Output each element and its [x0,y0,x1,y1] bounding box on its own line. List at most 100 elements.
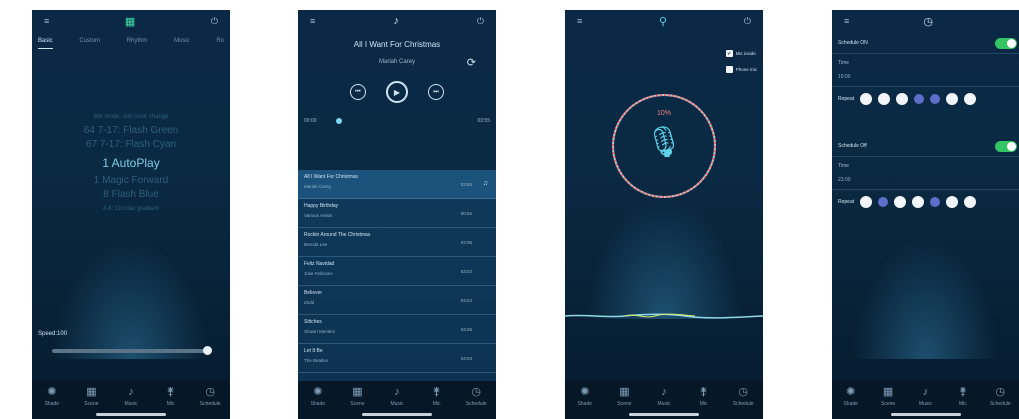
microphone-icon[interactable]: 🎙︎ [645,125,683,160]
time-off-field[interactable]: Time 23:00 [832,157,1019,190]
speed-slider[interactable] [52,346,212,355]
nav-item-mic[interactable]: ⚵ Mic [419,386,455,407]
power-icon[interactable]: ⏻ [477,16,484,27]
tab-basic[interactable]: Basic [38,38,53,49]
nav-item-schedule[interactable]: ◷ Schedule [192,386,228,407]
progress-knob[interactable] [336,118,342,124]
song-duration: 03:02 [460,269,472,274]
nav-item-label: Scene [84,401,99,407]
song-row[interactable]: Rockin Around The Christmas Brenda Lee 02:… [298,228,496,257]
sun-icon: ✺ [313,386,323,398]
day-toggle[interactable] [946,93,959,105]
track-title: All I Want For Christmas [353,40,441,49]
slider-knob[interactable] [203,346,212,355]
menu-icon[interactable]: ≡ [844,16,849,26]
progress-bar[interactable]: 00:00 03:55 [304,117,490,127]
tab-rhythm[interactable]: Rhythm [127,38,148,49]
playing-icon: ♫ [482,180,488,187]
preset-item[interactable]: 1 Magic Forward [32,174,230,188]
song-row[interactable]: Believer Zedd 03:24 [298,286,496,315]
nav-item-scene[interactable]: ▦ Scene [606,386,642,407]
top-bar: ≡ ⚲ ⏻ [565,10,763,32]
menu-icon[interactable]: ≡ [310,16,315,26]
power-icon[interactable]: ⏻ [744,16,751,27]
menu-icon[interactable]: ≡ [577,16,582,26]
day-toggle[interactable] [878,93,891,105]
clock-icon: ◷ [738,386,748,398]
nav-item-schedule[interactable]: ◷ Schedule [982,386,1018,407]
song-row[interactable]: Stitches Shawn Mendes 03:26 [298,315,496,344]
preset-item[interactable]: 4 8: Circular gradient [32,202,230,216]
nav-item-music[interactable]: ♪ Music [379,386,415,407]
preset-list[interactable]: Mix mode: soft color change 64 7-17: Flas… [32,110,230,216]
mic-source-options: ✔ Mic inside Phone mic [725,50,757,82]
previous-button[interactable]: ⏮ [350,84,366,100]
next-button[interactable]: ⏭ [428,84,444,100]
day-toggle[interactable] [896,93,909,105]
tab-more[interactable]: Ro [216,38,224,49]
nav-item-scene[interactable]: ▦ Scene [73,386,109,407]
nav-item-shade[interactable]: ✺ Shade [300,386,336,407]
nav-item-shade[interactable]: ✺ Shade [34,386,70,407]
day-toggle[interactable] [946,196,959,208]
nav-item-mic[interactable]: ⚵ Mic [686,386,722,407]
day-toggle[interactable] [930,197,941,207]
grid-icon: ▦ [352,386,363,398]
preset-item[interactable]: 1 AutoPlay [32,152,230,174]
song-row[interactable]: Let It Be The Beatles 04:03 [298,344,496,373]
nav-item-music[interactable]: ♪ Music [646,386,682,407]
option-phone-mic[interactable]: Phone mic [725,66,757,73]
tab-music[interactable]: Music [174,38,190,49]
song-row[interactable]: Feliz Navidad Jose Feliciano 03:02 [298,257,496,286]
note-icon: ♪ [393,15,399,27]
nav-item-mic[interactable]: ⚵ Mic [945,386,981,407]
nav-item-scene[interactable]: ▦ Scene [870,386,906,407]
nav-item-shade[interactable]: ✺ Shade [567,386,603,407]
time-elapsed: 00:00 [304,118,317,124]
preset-item[interactable]: 8 Flash Blue [32,188,230,202]
day-toggle[interactable] [930,94,941,104]
song-name: Let It Be [304,348,323,354]
tab-custom[interactable]: Custom [79,38,100,49]
time-on-field[interactable]: Time 19:00 [832,54,1019,87]
day-toggle[interactable] [894,196,907,208]
day-toggle[interactable] [914,94,925,104]
time-total: 03:55 [477,118,490,124]
menu-icon[interactable]: ≡ [44,16,49,26]
repeat-icon[interactable]: ⟳ [467,56,476,69]
nav-item-schedule[interactable]: ◷ Schedule [458,386,494,407]
clock-icon: ◷ [995,386,1006,398]
background-glow [585,199,743,319]
mic-icon: ⚲ [659,15,668,28]
day-toggle[interactable] [860,196,873,208]
song-duration: 04:03 [460,356,472,361]
option-mic-inside[interactable]: ✔ Mic inside [725,50,757,57]
preset-item[interactable]: 67 7-17: Flash Cyan [32,138,230,152]
nav-item-label: Shade [843,401,858,407]
preset-item[interactable]: 64 7-17: Flash Green [32,124,230,138]
day-toggle[interactable] [878,197,889,207]
schedule-on-toggle[interactable] [995,38,1017,49]
checkbox-checked-icon[interactable]: ✔ [725,50,733,57]
day-toggle[interactable] [964,196,977,208]
note-icon: ♪ [661,386,667,398]
nav-item-schedule[interactable]: ◷ Schedule [725,386,761,407]
song-row[interactable]: Happy Birthday Various Artists 00:52 [298,199,496,228]
song-row[interactable]: All I Want For Christmas Mariah Carey 03:5… [298,170,496,199]
checkbox-empty-icon[interactable] [725,66,733,73]
preset-item[interactable]: Mix mode: soft color change [32,110,230,124]
day-toggle[interactable] [964,93,977,105]
song-name: Happy Birthday [304,203,339,209]
nav-item-mic[interactable]: ⚵ Mic [153,386,189,407]
nav-item-label: Mic [699,401,708,407]
mic-icon: ⚵ [166,386,175,398]
schedule-off-toggle[interactable] [995,141,1017,152]
day-toggle[interactable] [860,93,873,105]
power-icon[interactable]: ⏻ [211,16,218,27]
play-button[interactable]: ▶ [386,81,408,103]
nav-item-music[interactable]: ♪ Music [113,386,149,407]
nav-item-shade[interactable]: ✺ Shade [833,386,869,407]
nav-item-scene[interactable]: ▦ Scene [339,386,375,407]
nav-item-music[interactable]: ♪ Music [907,386,943,407]
day-toggle[interactable] [912,196,925,208]
